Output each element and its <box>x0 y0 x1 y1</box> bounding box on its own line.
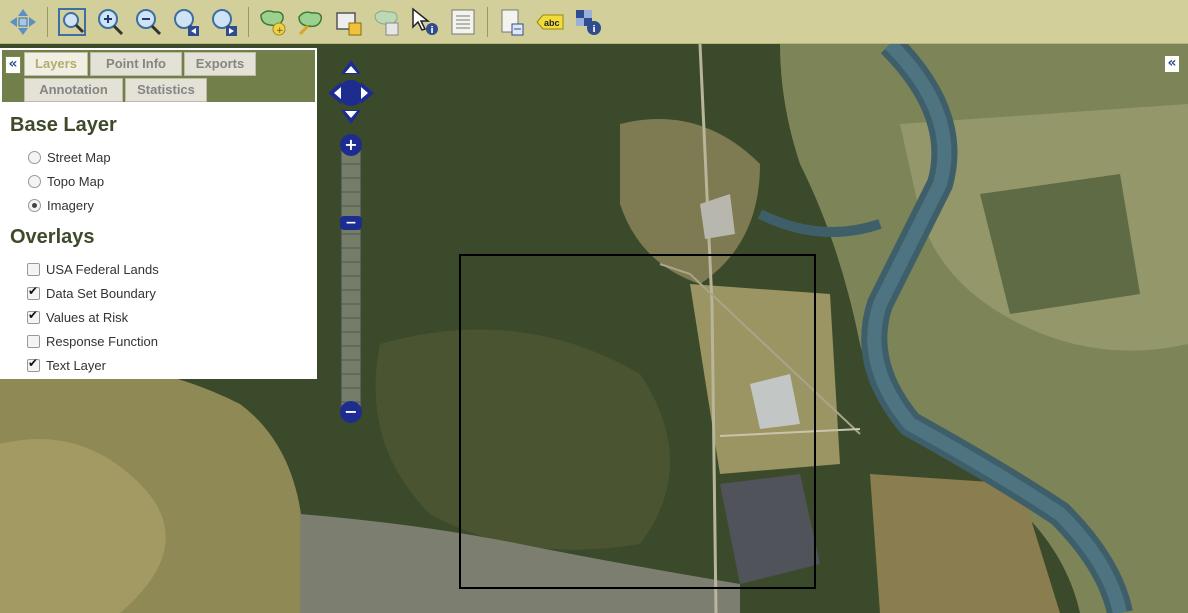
svg-text:+: + <box>276 26 284 36</box>
radio-button[interactable] <box>28 175 41 188</box>
area-table-icon[interactable] <box>371 6 403 38</box>
pan-control <box>328 60 374 124</box>
print-icon[interactable] <box>496 6 528 38</box>
svg-text:i: i <box>593 25 596 35</box>
tab-annotation[interactable]: Annotation <box>24 78 123 102</box>
overlay-response-function[interactable]: Response Function <box>27 334 158 349</box>
zoom-in-icon[interactable] <box>94 6 126 38</box>
option-label: Street Map <box>47 150 111 165</box>
zoom-out-label: − <box>344 402 357 421</box>
panel-header: « Layers Point Info Exports Annotation S… <box>0 48 317 104</box>
svg-text:i: i <box>431 26 434 36</box>
report-icon[interactable] <box>447 6 479 38</box>
checkbox-checked[interactable] <box>27 284 40 300</box>
zoom-slider-handle-label: − <box>345 215 357 231</box>
checkbox-checked[interactable] <box>27 356 40 372</box>
layers-panel: « Layers Point Info Exports Annotation S… <box>0 48 317 379</box>
map-toolbar: + i abc i <box>0 0 1188 44</box>
radio-button[interactable] <box>28 151 41 164</box>
legend-info-icon[interactable]: i <box>572 6 604 38</box>
base-layer-street-map[interactable]: Street Map <box>28 150 111 165</box>
add-area-icon[interactable]: + <box>257 6 289 38</box>
edit-shape-icon[interactable] <box>333 6 365 38</box>
base-layer-imagery[interactable]: Imagery <box>28 198 94 213</box>
option-label: Topo Map <box>47 174 105 189</box>
checkbox-checked[interactable] <box>27 308 40 324</box>
toolbar-separator <box>487 6 488 37</box>
data-set-boundary <box>459 254 816 589</box>
zoom-slider: + − − <box>340 134 362 423</box>
tab-exports[interactable]: Exports <box>184 52 256 76</box>
overlay-values-at-risk[interactable]: Values at Risk <box>27 308 129 325</box>
zoom-in-label: + <box>344 135 357 154</box>
label-icon[interactable]: abc <box>534 6 566 38</box>
zoom-out-icon[interactable] <box>132 6 164 38</box>
overlays-heading: Overlays <box>10 226 95 248</box>
tab-statistics[interactable]: Statistics <box>125 78 207 102</box>
svg-text:abc: abc <box>544 18 560 28</box>
pan-icon[interactable] <box>7 6 39 38</box>
overlay-label: Data Set Boundary <box>46 286 156 301</box>
radio-button-selected[interactable] <box>28 199 41 212</box>
checkbox[interactable] <box>27 263 40 276</box>
toolbar-separator <box>47 6 48 37</box>
base-layer-heading: Base Layer <box>10 114 117 136</box>
zoom-previous-icon[interactable] <box>170 6 202 38</box>
option-label: Imagery <box>47 198 94 213</box>
overlay-usa-federal-lands[interactable]: USA Federal Lands <box>27 262 159 277</box>
zoom-extent-icon[interactable] <box>56 6 88 38</box>
overlay-data-set-boundary[interactable]: Data Set Boundary <box>27 284 156 301</box>
draw-area-icon[interactable] <box>295 6 327 38</box>
zoom-next-icon[interactable] <box>208 6 240 38</box>
overlay-label: Values at Risk <box>46 310 129 325</box>
overlay-label: USA Federal Lands <box>46 262 159 277</box>
zoom-track[interactable] <box>340 147 362 417</box>
overlay-label: Response Function <box>46 334 159 349</box>
right-panel-toggle-button[interactable]: « <box>1164 55 1180 73</box>
base-layer-topo-map[interactable]: Topo Map <box>28 174 104 189</box>
collapse-panel-button[interactable]: « <box>5 56 21 74</box>
tab-layers[interactable]: Layers <box>24 52 88 76</box>
overlay-label: Text Layer <box>46 358 106 373</box>
checkbox[interactable] <box>27 335 40 348</box>
toolbar-separator <box>248 6 249 37</box>
tab-point-info[interactable]: Point Info <box>90 52 182 76</box>
pan-center <box>338 80 364 106</box>
identify-icon[interactable]: i <box>409 6 441 38</box>
overlay-text-layer[interactable]: Text Layer <box>27 356 106 373</box>
